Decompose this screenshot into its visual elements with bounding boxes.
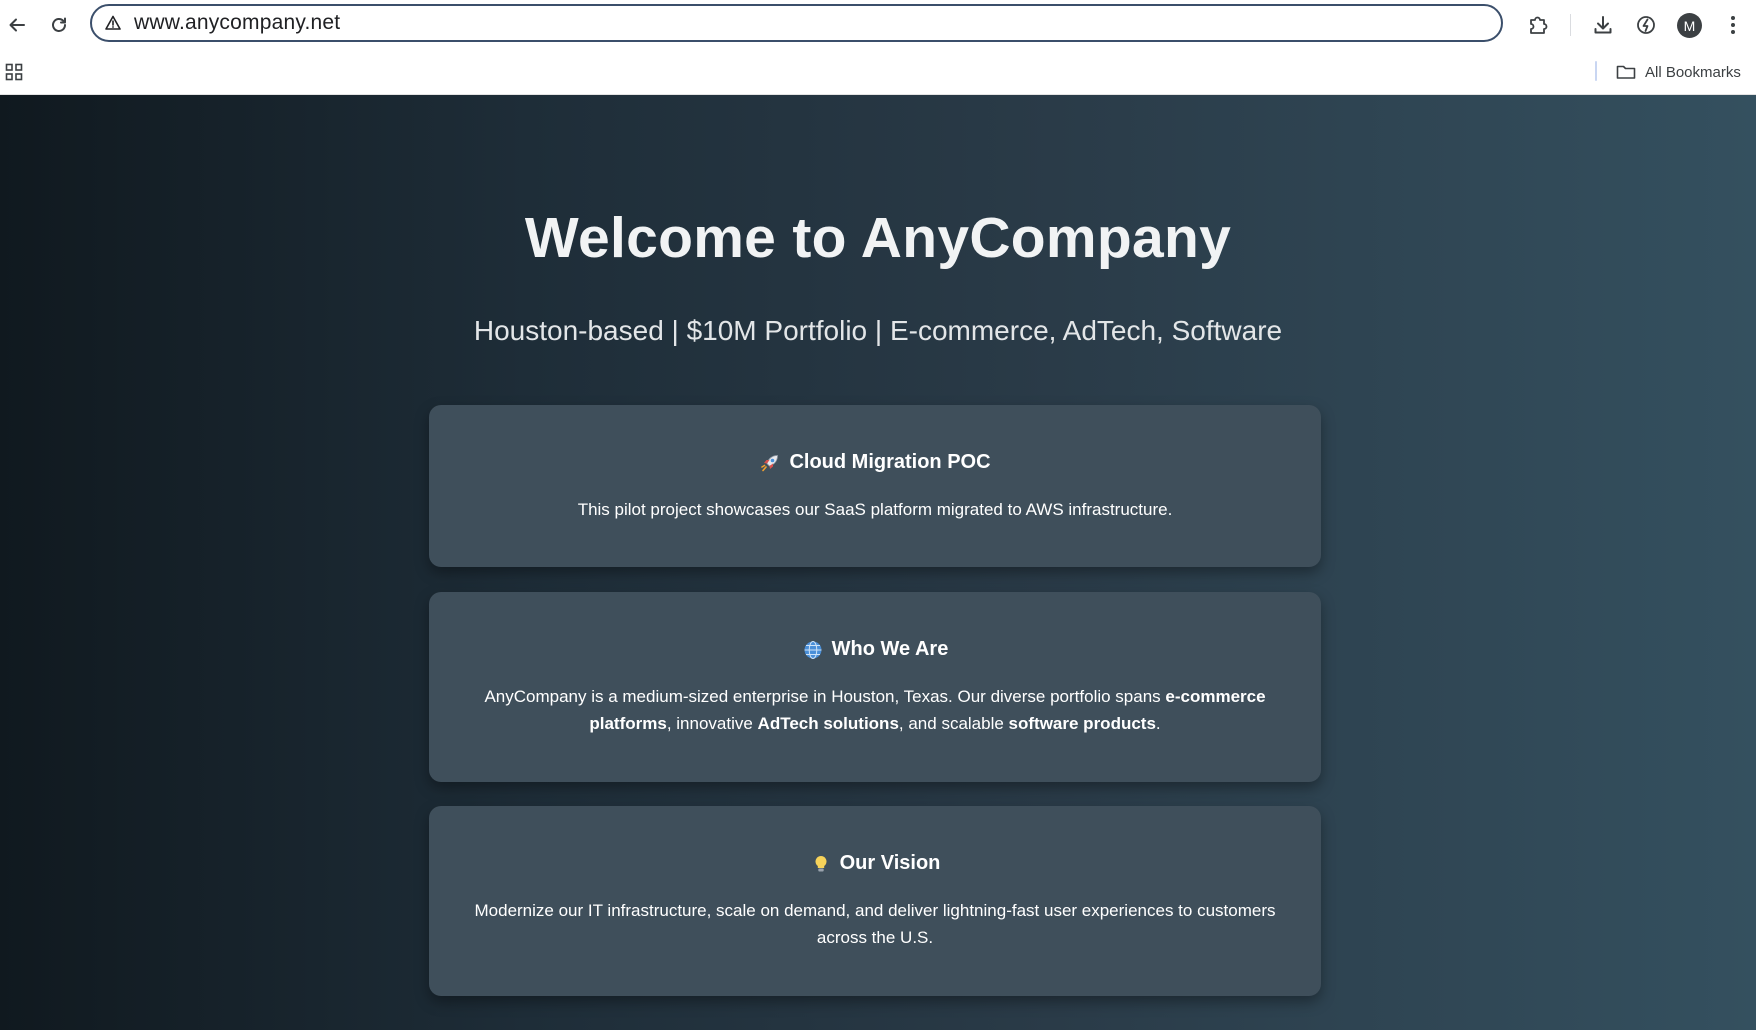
card-text: This pilot project showcases our SaaS pl…: [577, 500, 1173, 519]
card-text: AnyCompany is a medium-sized enterprise …: [429, 683, 1321, 737]
text-segment: .: [1155, 714, 1161, 733]
hero-subtitle: Houston-based | $10M Portfolio | E-comme…: [473, 315, 1283, 346]
downloads-button[interactable]: [1588, 10, 1618, 40]
bookmarks-divider: [1595, 61, 1597, 81]
puzzle-icon: [1530, 16, 1548, 34]
hero-title: Welcome to AnyCompany: [524, 206, 1232, 270]
card-cloud-migration: Cloud Migration POC This pilot project s…: [429, 405, 1321, 567]
browser-toolbar: www.anycompany.net M: [0, 0, 1756, 50]
performance-button[interactable]: [1631, 10, 1661, 40]
card-title: Our Vision: [839, 852, 941, 874]
address-bar[interactable]: www.anycompany.net: [90, 4, 1503, 42]
url-text[interactable]: www.anycompany.net: [134, 11, 340, 35]
bold-segment: software products: [1008, 714, 1156, 733]
card-title: Cloud Migration POC: [789, 451, 991, 473]
reload-icon: [52, 17, 66, 32]
all-bookmarks-label: All Bookmarks: [1645, 63, 1741, 81]
browser-menu-button[interactable]: [1718, 10, 1748, 40]
lightbulb-icon: [810, 853, 832, 875]
card-text: Modernize our IT infrastructure, scale o…: [474, 901, 1276, 947]
card-title-row: Cloud Migration POC: [429, 451, 1321, 474]
performance-icon: [1637, 16, 1655, 34]
all-bookmarks-button[interactable]: All Bookmarks: [1616, 61, 1741, 83]
bold-segment: AdTech solutions: [757, 714, 899, 733]
reload-button[interactable]: [44, 10, 74, 40]
card-who-we-are: Who We Are AnyCompany is a medium-sized …: [429, 592, 1321, 782]
card-our-vision: Our Vision Modernize our IT infrastructu…: [429, 806, 1321, 996]
rocket-icon: [759, 452, 781, 474]
extensions-button[interactable]: [1523, 10, 1553, 40]
card-title-row: Who We Are: [429, 638, 1321, 661]
globe-icon: [802, 639, 824, 661]
more-vertical-icon: [1731, 16, 1735, 34]
web-page: Welcome to AnyCompany Houston-based | $1…: [0, 95, 1756, 1030]
text-segment: , innovative: [666, 714, 758, 733]
not-secure-warning-icon[interactable]: [104, 14, 122, 32]
profile-avatar[interactable]: M: [1677, 13, 1702, 38]
text-segment: AnyCompany is a medium-sized enterprise …: [484, 687, 1166, 706]
card-title-row: Our Vision: [429, 852, 1321, 875]
folder-icon: [1616, 65, 1636, 79]
text-segment: , and scalable: [898, 714, 1009, 733]
back-arrow-icon: [9, 18, 25, 32]
download-icon: [1594, 16, 1612, 34]
back-button[interactable]: [2, 10, 32, 40]
apps-grid-icon[interactable]: [5, 63, 23, 81]
card-title: Who We Are: [831, 638, 949, 660]
bookmarks-bar: All Bookmarks: [0, 50, 1756, 95]
toolbar-divider: [1570, 14, 1571, 36]
